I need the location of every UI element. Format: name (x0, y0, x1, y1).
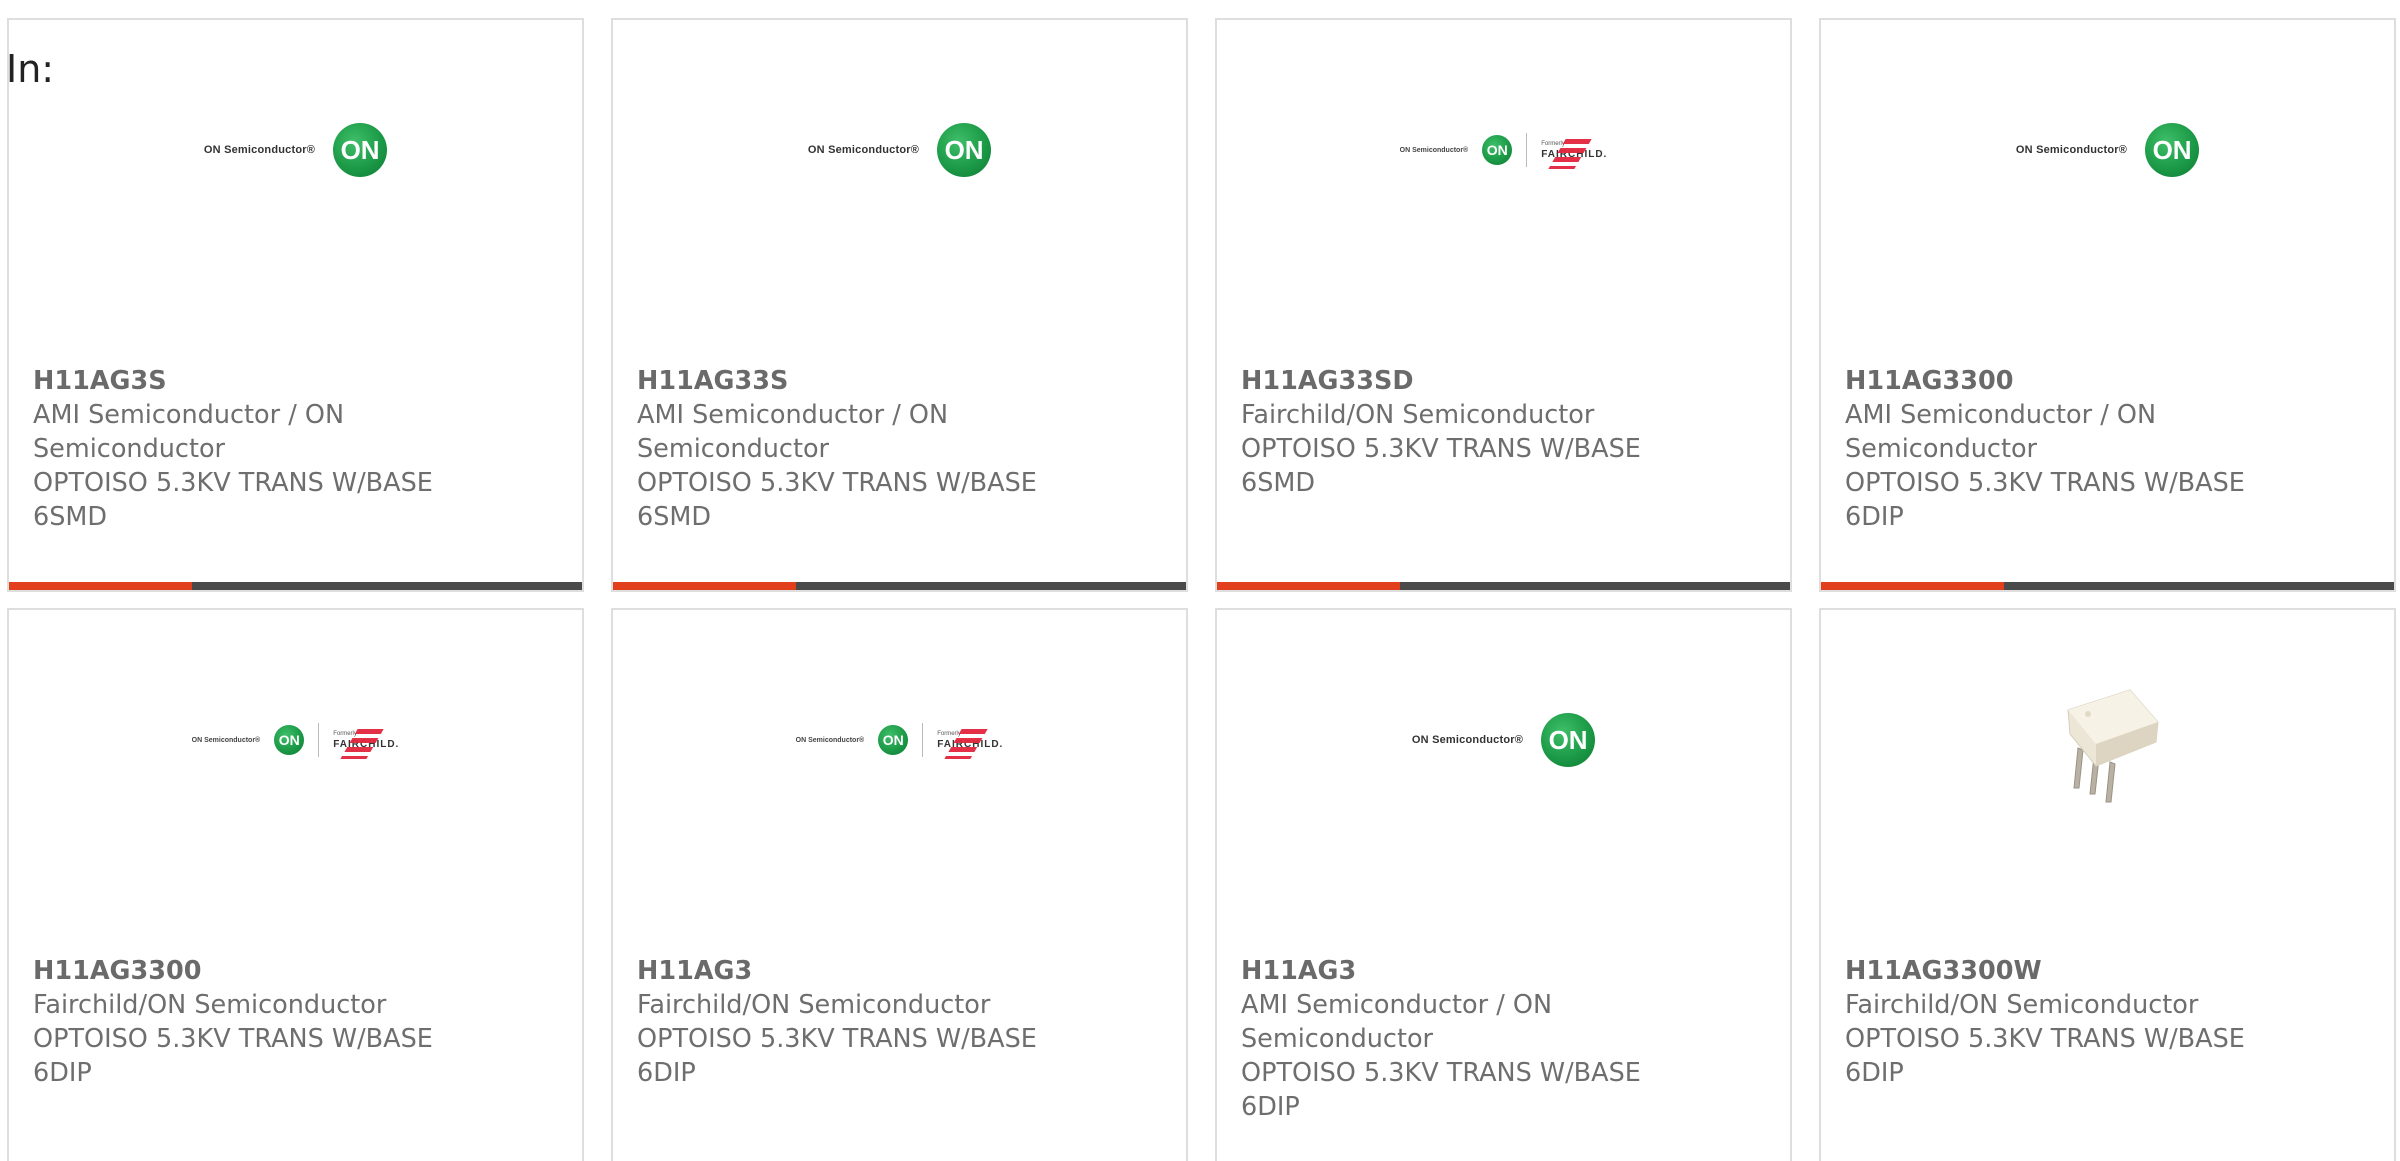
part-number[interactable]: H11AG3 (1241, 954, 1681, 988)
logo-divider (1526, 133, 1528, 167)
description: OPTOISO 5.3KV TRANS W/BASE 6DIP (1845, 1024, 2245, 1088)
product-card[interactable]: ON Semiconductor® ON H11AG3 AMI Semicond… (1215, 608, 1792, 1161)
product-info: H11AG33SD Fairchild/ON Semiconductor OPT… (1241, 364, 1681, 500)
logo-divider (922, 723, 924, 757)
manufacturer: Fairchild/ON Semiconductor (33, 990, 387, 1020)
description: OPTOISO 5.3KV TRANS W/BASE 6DIP (1241, 1058, 1641, 1122)
product-card[interactable]: H11AG3300W Fairchild/ON Semiconductor OP… (1819, 608, 2396, 1161)
part-number[interactable]: H11AG3S (33, 364, 473, 398)
logo-text: ON Semiconductor® (191, 736, 261, 744)
on-fairchild-logo: ON Semiconductor® ON Formerly FAIRCHILD. (191, 723, 400, 759)
part-number[interactable]: H11AG3 (637, 954, 1077, 988)
logo-text: ON Semiconductor® (1399, 146, 1469, 154)
product-info: H11AG33S AMI Semiconductor / ON Semicond… (637, 364, 1077, 534)
description: OPTOISO 5.3KV TRANS W/BASE 6SMD (637, 468, 1037, 532)
fairchild-logo: Formerly FAIRCHILD. (333, 728, 399, 759)
product-card[interactable]: ON Semiconductor® ON H11AG3S AMI Semicon… (7, 18, 584, 592)
card-bottom-bar (613, 582, 1186, 590)
product-image[interactable]: ON Semiconductor® ON (613, 80, 1186, 220)
product-info: H11AG3 AMI Semiconductor / ON Semiconduc… (1241, 954, 1681, 1124)
description: OPTOISO 5.3KV TRANS W/BASE 6SMD (33, 468, 433, 532)
manufacturer: Fairchild/ON Semiconductor (1845, 990, 2199, 1020)
product-image[interactable]: ON Semiconductor® ON Formerly FAIRCHILD. (1217, 80, 1790, 220)
logo-text: ON Semiconductor® (1411, 734, 1524, 746)
description: OPTOISO 5.3KV TRANS W/BASE 6SMD (1241, 434, 1641, 498)
manufacturer: Fairchild/ON Semiconductor (637, 990, 991, 1020)
product-image[interactable]: ON Semiconductor® ON (9, 80, 582, 220)
description: OPTOISO 5.3KV TRANS W/BASE 6DIP (637, 1024, 1037, 1088)
manufacturer: Fairchild/ON Semiconductor (1241, 400, 1595, 430)
fairchild-logo: Formerly FAIRCHILD. (1541, 138, 1607, 169)
on-semiconductor-logo: ON Semiconductor® ON (2015, 123, 2200, 177)
product-image[interactable]: ON Semiconductor® ON Formerly FAIRCHILD. (9, 670, 582, 810)
on-badge-icon: ON (1482, 135, 1513, 165)
part-number[interactable]: H11AG3300 (33, 954, 473, 988)
fairchild-wordmark: FAIRCHILD. (1541, 138, 1607, 169)
manufacturer: AMI Semiconductor / ON Semiconductor (637, 400, 949, 464)
product-info: H11AG3 Fairchild/ON Semiconductor OPTOIS… (637, 954, 1077, 1090)
product-info: H11AG3S AMI Semiconductor / ON Semicondu… (33, 364, 473, 534)
product-grid-page: In: ON Semiconductor® ON H11AG3S AMI Sem… (0, 0, 2400, 1161)
logo-divider (318, 723, 320, 757)
on-semiconductor-logo: ON Semiconductor® ON (203, 123, 388, 177)
description: OPTOISO 5.3KV TRANS W/BASE 6DIP (33, 1024, 433, 1088)
card-accent-bar (9, 582, 192, 590)
fairchild-wordmark: FAIRCHILD. (937, 728, 1003, 759)
on-badge-icon: ON (333, 123, 388, 177)
fairchild-logo: Formerly FAIRCHILD. (937, 728, 1003, 759)
on-fairchild-logo: ON Semiconductor® ON Formerly FAIRCHILD. (795, 723, 1004, 759)
logo-text: ON Semiconductor® (2015, 144, 2128, 156)
part-number[interactable]: H11AG3300 (1845, 364, 2285, 398)
card-accent-bar (1217, 582, 1400, 590)
fairchild-wordmark: FAIRCHILD. (333, 728, 399, 759)
product-card[interactable]: ON Semiconductor® ON H11AG33S AMI Semico… (611, 18, 1188, 592)
product-image[interactable] (1821, 670, 2394, 810)
logo-text: ON Semiconductor® (807, 144, 920, 156)
logo-text: ON Semiconductor® (203, 144, 316, 156)
product-image[interactable]: ON Semiconductor® ON (1217, 670, 1790, 810)
manufacturer: AMI Semiconductor / ON Semiconductor (1845, 400, 2157, 464)
part-number[interactable]: H11AG33SD (1241, 364, 1681, 398)
product-card[interactable]: ON Semiconductor® ON H11AG3300 AMI Semic… (1819, 18, 2396, 592)
part-number[interactable]: H11AG33S (637, 364, 1077, 398)
in-heading: In: (6, 47, 55, 91)
on-badge-icon: ON (878, 725, 909, 755)
product-card[interactable]: ON Semiconductor® ON Formerly FAIRCHILD.… (1215, 18, 1792, 592)
logo-text: ON Semiconductor® (795, 736, 865, 744)
dip6-chip-photo (2066, 689, 2159, 803)
product-image[interactable]: ON Semiconductor® ON (1821, 80, 2394, 220)
product-info: H11AG3300 Fairchild/ON Semiconductor OPT… (33, 954, 473, 1090)
product-info: H11AG3300W Fairchild/ON Semiconductor OP… (1845, 954, 2285, 1090)
card-bottom-bar (9, 582, 582, 590)
card-bottom-bar (1821, 582, 2394, 590)
card-accent-bar (613, 582, 796, 590)
description: OPTOISO 5.3KV TRANS W/BASE 6DIP (1845, 468, 2245, 532)
on-fairchild-logo: ON Semiconductor® ON Formerly FAIRCHILD. (1399, 133, 1608, 169)
product-image[interactable]: ON Semiconductor® ON Formerly FAIRCHILD. (613, 670, 1186, 810)
on-semiconductor-logo: ON Semiconductor® ON (1411, 713, 1596, 767)
on-semiconductor-logo: ON Semiconductor® ON (807, 123, 992, 177)
on-badge-icon: ON (937, 123, 992, 177)
on-badge-icon: ON (1541, 713, 1596, 767)
product-card[interactable]: ON Semiconductor® ON Formerly FAIRCHILD.… (7, 608, 584, 1161)
part-number[interactable]: H11AG3300W (1845, 954, 2285, 988)
manufacturer: AMI Semiconductor / ON Semiconductor (33, 400, 345, 464)
card-accent-bar (1821, 582, 2004, 590)
product-info: H11AG3300 AMI Semiconductor / ON Semicon… (1845, 364, 2285, 534)
card-bottom-bar (1217, 582, 1790, 590)
manufacturer: AMI Semiconductor / ON Semiconductor (1241, 990, 1553, 1054)
on-badge-icon: ON (2145, 123, 2200, 177)
product-card[interactable]: ON Semiconductor® ON Formerly FAIRCHILD.… (611, 608, 1188, 1161)
on-badge-icon: ON (274, 725, 305, 755)
